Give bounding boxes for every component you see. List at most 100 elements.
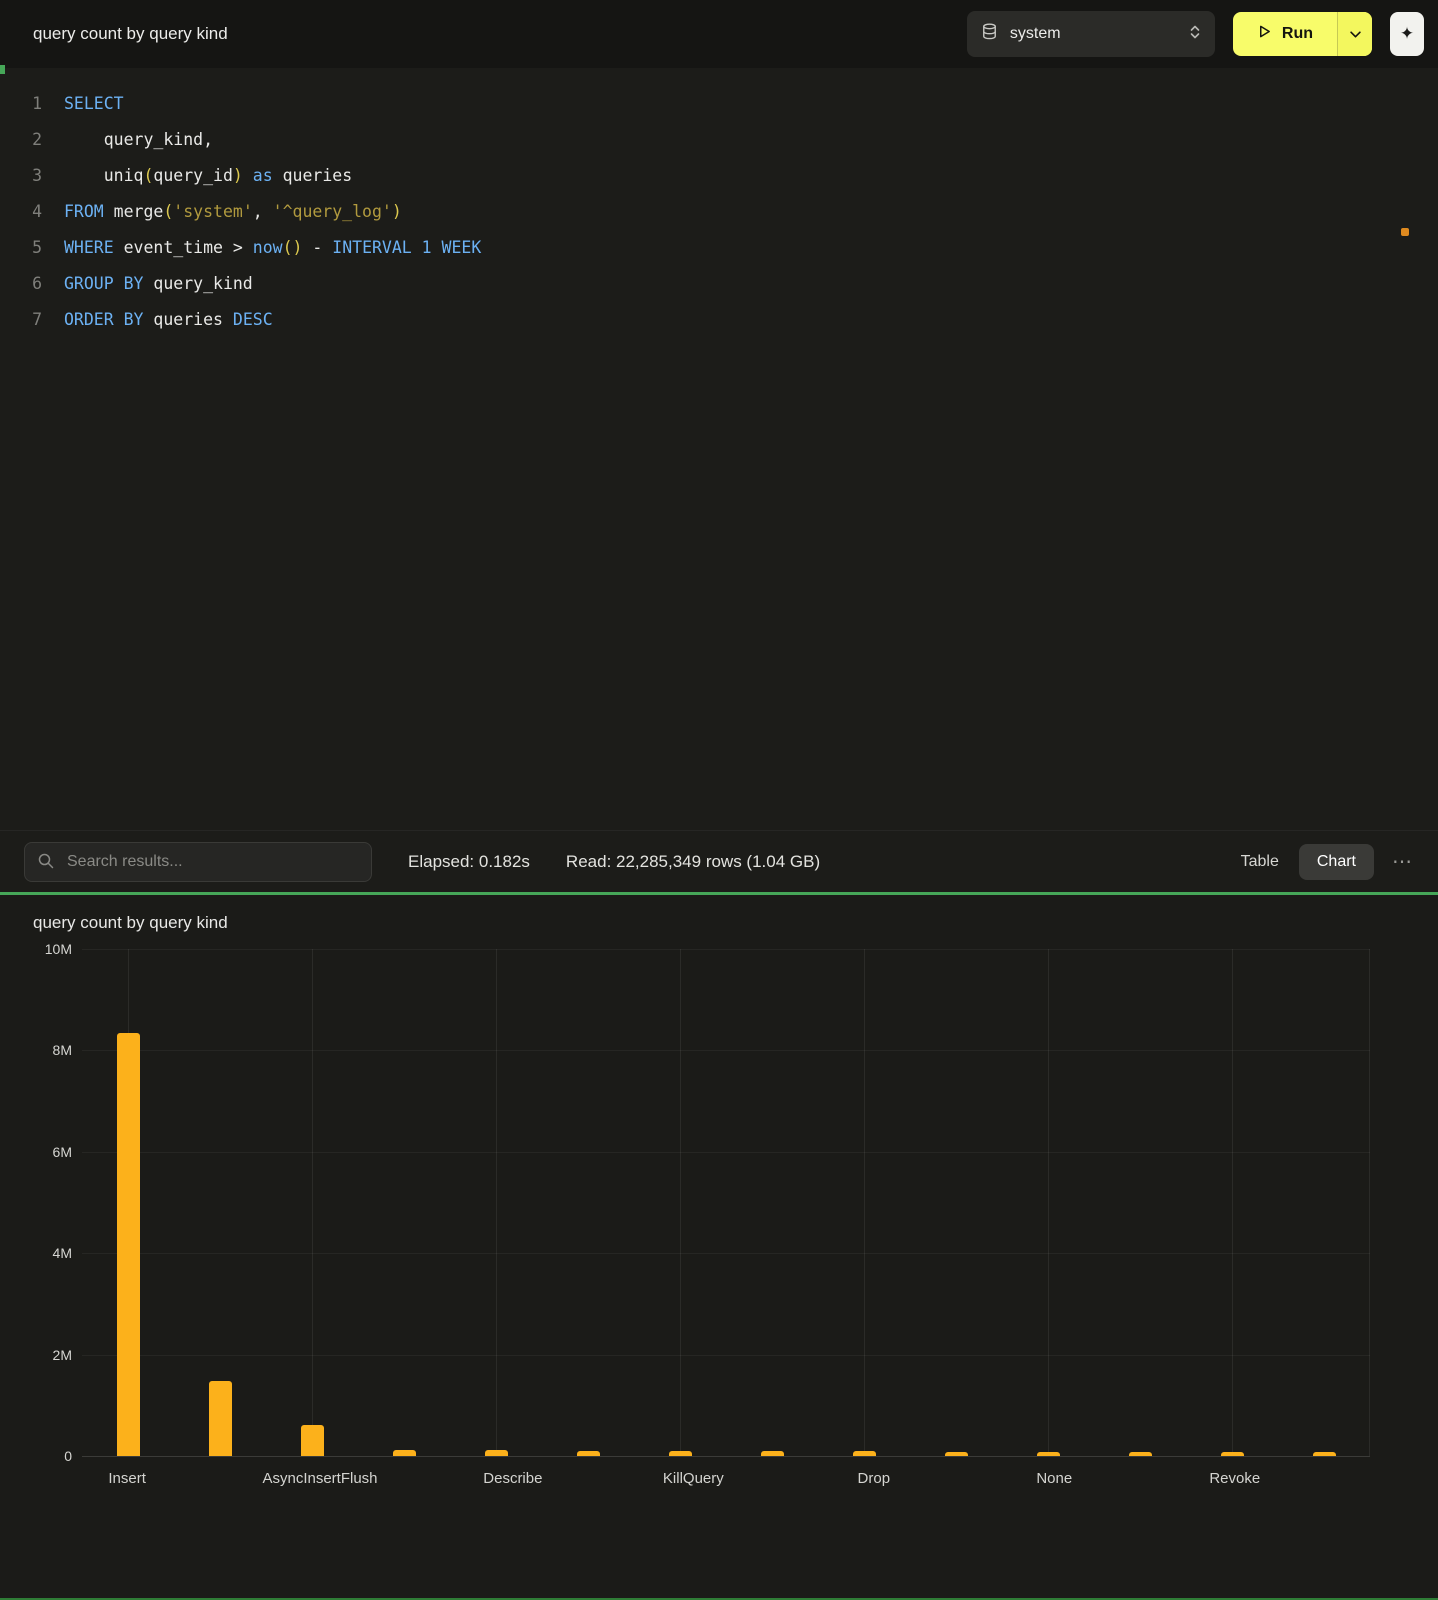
code-text: SELECT: [64, 86, 124, 122]
y-tick-label: 2M: [14, 1347, 72, 1363]
line-number: 1: [0, 86, 42, 122]
line-number: 5: [0, 230, 42, 266]
bar-slot: [82, 949, 174, 1456]
x-tick-label: [378, 1470, 468, 1487]
bar-slot: [1094, 949, 1186, 1456]
y-tick-label: 0: [14, 1448, 72, 1464]
bar-slot: [910, 949, 1002, 1456]
bar-slot: [1186, 949, 1278, 1456]
bar-slot: [450, 949, 542, 1456]
code-lines: 1SELECT2 query_kind,3 uniq(query_id) as …: [0, 86, 1438, 338]
line-number: 6: [0, 266, 42, 302]
chart-plot: [82, 949, 1370, 1456]
read-stat: Read: 22,285,349 rows (1.04 GB): [566, 852, 820, 872]
x-tick-label: AsyncInsertFlush: [262, 1470, 377, 1487]
chart-body: 10M8M6M4M2M0 InsertAsyncInsertFlushDescr…: [0, 949, 1438, 1487]
bar-AsyncInsertFlush[interactable]: [301, 1425, 324, 1456]
y-tick-label: 10M: [14, 941, 72, 957]
scroll-marker-green: [0, 65, 5, 74]
bar-unlabeled-3[interactable]: [393, 1450, 416, 1456]
bar-Drop[interactable]: [853, 1451, 876, 1456]
x-tick-label: [1280, 1470, 1370, 1487]
x-tick-label: KillQuery: [648, 1470, 738, 1487]
code-line: 5 WHERE event_time > now() - INTERVAL 1 W…: [0, 230, 1438, 266]
chart-x-labels: InsertAsyncInsertFlushDescribeKillQueryD…: [82, 1470, 1370, 1487]
bar-Revoke[interactable]: [1221, 1452, 1244, 1456]
code-line: 6 GROUP BY query_kind: [0, 266, 1438, 302]
bar-unlabeled-11[interactable]: [1129, 1452, 1152, 1456]
bar-unlabeled-7[interactable]: [761, 1451, 784, 1456]
database-selector[interactable]: system: [967, 11, 1215, 57]
h-gridline: [82, 1456, 1370, 1457]
y-tick-label: 4M: [14, 1245, 72, 1261]
more-options-icon[interactable]: ⋯: [1392, 852, 1414, 872]
bar-unlabeled-1[interactable]: [209, 1381, 232, 1456]
x-tick-label: Insert: [82, 1470, 172, 1487]
code-text: GROUP BY query_kind: [64, 266, 253, 302]
x-tick-label: Revoke: [1190, 1470, 1280, 1487]
code-line: 1 SELECT: [0, 86, 1438, 122]
run-options-button[interactable]: [1338, 12, 1372, 56]
code-text: uniq(query_id) as queries: [64, 158, 352, 194]
top-bar-actions: system Run: [967, 11, 1424, 57]
tab-table[interactable]: Table: [1223, 844, 1297, 880]
x-tick-label: [172, 1470, 262, 1487]
chevron-down-icon: [1350, 25, 1361, 43]
code-line: 3 uniq(query_id) as queries: [0, 158, 1438, 194]
secondary-action-button[interactable]: ✦: [1390, 12, 1424, 56]
search-box: [24, 842, 372, 882]
results-toolbar: Elapsed: 0.182s Read: 22,285,349 rows (1…: [0, 830, 1438, 892]
bar-slot: [1278, 949, 1370, 1456]
tab-chart[interactable]: Chart: [1299, 844, 1374, 880]
code-line: 4 FROM merge('system', '^query_log'): [0, 194, 1438, 230]
x-tick-label: [738, 1470, 828, 1487]
top-bar: query count by query kind system: [0, 0, 1438, 68]
bar-unlabeled-13[interactable]: [1313, 1452, 1336, 1456]
chart-panel: query count by query kind 10M8M6M4M2M0 I…: [0, 895, 1438, 1600]
bar-unlabeled-5[interactable]: [577, 1451, 600, 1456]
bar-slot: [726, 949, 818, 1456]
line-number: 4: [0, 194, 42, 230]
x-tick-label: [558, 1470, 648, 1487]
bar-slot: [174, 949, 266, 1456]
code-line: 7 ORDER BY queries DESC: [0, 302, 1438, 338]
elapsed-stat: Elapsed: 0.182s: [408, 852, 530, 872]
play-icon: [1257, 24, 1272, 44]
sparkle-icon: ✦: [1400, 24, 1414, 44]
y-tick-label: 8M: [14, 1042, 72, 1058]
code-text: ORDER BY queries DESC: [64, 302, 273, 338]
bar-None[interactable]: [1037, 1452, 1060, 1456]
x-tick-label: Drop: [829, 1470, 919, 1487]
bar-KillQuery[interactable]: [669, 1451, 692, 1456]
scroll-marker-orange: [1401, 228, 1409, 236]
chart-title: query count by query kind: [33, 913, 1438, 933]
bar-slot: [542, 949, 634, 1456]
run-button[interactable]: Run: [1233, 12, 1337, 56]
bar-Insert[interactable]: [117, 1033, 140, 1456]
view-toggle: Table Chart: [1223, 844, 1374, 880]
line-number: 7: [0, 302, 42, 338]
x-tick-label: [1099, 1470, 1189, 1487]
bar-slot: [818, 949, 910, 1456]
run-button-group: Run: [1233, 12, 1372, 56]
run-button-label: Run: [1282, 25, 1313, 43]
bar-slot: [266, 949, 358, 1456]
x-tick-label: None: [1009, 1470, 1099, 1487]
bar-Describe[interactable]: [485, 1450, 508, 1456]
bar-unlabeled-9[interactable]: [945, 1452, 968, 1456]
chart-area: 10M8M6M4M2M0: [24, 949, 1370, 1456]
search-results-input[interactable]: [24, 842, 372, 882]
database-selected-value: system: [1010, 25, 1177, 43]
line-number: 3: [0, 158, 42, 194]
updown-chevron-icon: [1189, 24, 1201, 45]
line-number: 2: [0, 122, 42, 158]
code-text: WHERE event_time > now() - INTERVAL 1 WE…: [64, 230, 481, 266]
code-text: query_kind,: [64, 122, 213, 158]
sql-editor[interactable]: 1SELECT2 query_kind,3 uniq(query_id) as …: [0, 68, 1438, 830]
x-tick-label: [919, 1470, 1009, 1487]
database-icon: [981, 23, 998, 45]
code-line: 2 query_kind,: [0, 122, 1438, 158]
bars-layer: [82, 949, 1370, 1456]
y-tick-label: 6M: [14, 1144, 72, 1160]
code-text: FROM merge('system', '^query_log'): [64, 194, 402, 230]
